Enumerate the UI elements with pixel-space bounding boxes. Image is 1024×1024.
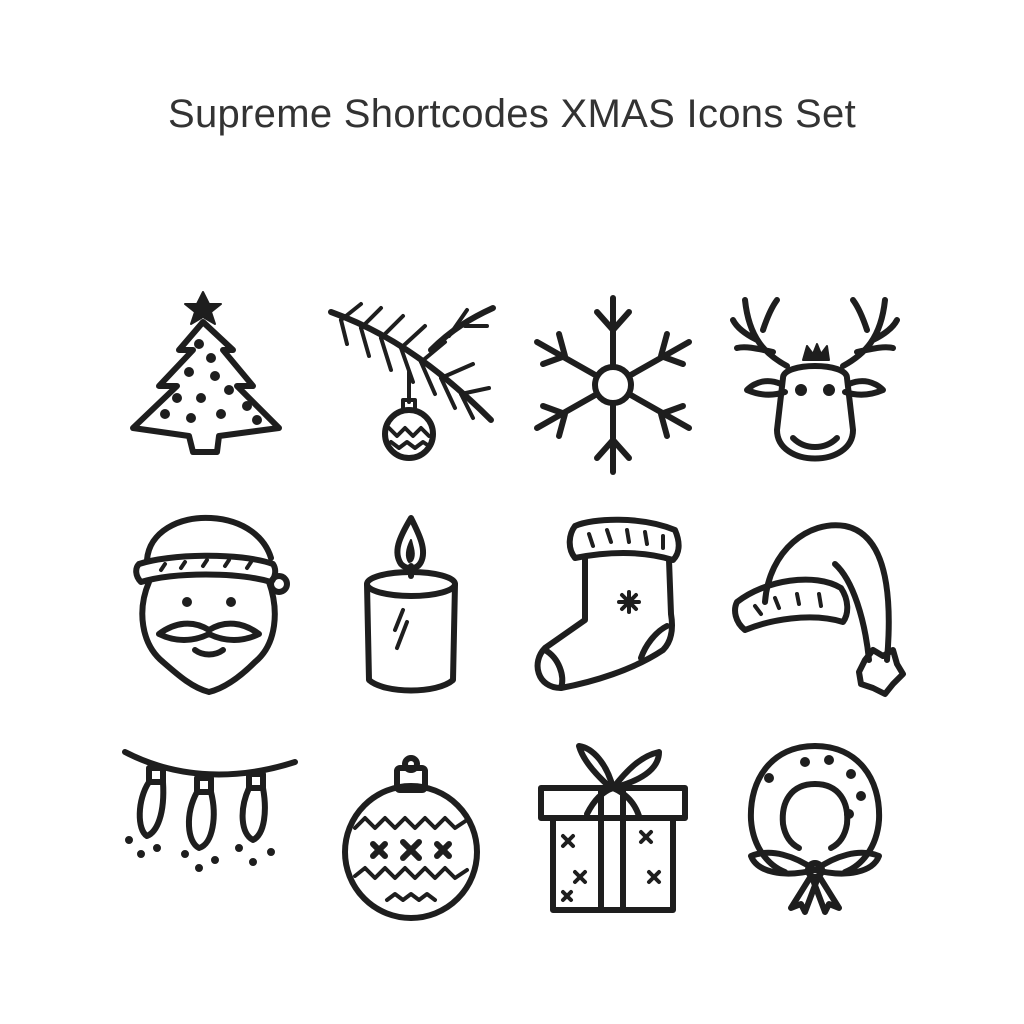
santa-hat-icon bbox=[732, 522, 906, 697]
icon-cell bbox=[108, 275, 310, 495]
icon-cell bbox=[512, 715, 714, 935]
gift-box-icon bbox=[538, 743, 688, 913]
icon-cell bbox=[310, 495, 512, 715]
icon-grid bbox=[108, 275, 916, 935]
reindeer-icon bbox=[730, 297, 900, 462]
christmas-stocking-icon bbox=[534, 516, 682, 691]
snowflake-icon bbox=[534, 295, 692, 475]
wreath-icon bbox=[747, 743, 883, 915]
page-title: Supreme Shortcodes XMAS Icons Set bbox=[167, 92, 856, 136]
icon-cell bbox=[108, 715, 310, 935]
icon-cell bbox=[714, 715, 916, 935]
santa-claus-icon bbox=[133, 514, 290, 695]
icon-cell bbox=[512, 275, 714, 495]
string-lights-icon bbox=[122, 749, 298, 872]
icon-cell bbox=[714, 495, 916, 715]
christmas-tree-icon bbox=[130, 291, 282, 455]
icon-cell bbox=[108, 495, 310, 715]
icon-cell bbox=[310, 715, 512, 935]
icon-cell bbox=[512, 495, 714, 715]
candle-icon bbox=[364, 515, 458, 694]
bauble-ornament-icon bbox=[342, 755, 480, 921]
icon-cell bbox=[310, 275, 512, 495]
pine-branch-ornament-icon bbox=[328, 302, 496, 461]
icon-cell bbox=[714, 275, 916, 495]
